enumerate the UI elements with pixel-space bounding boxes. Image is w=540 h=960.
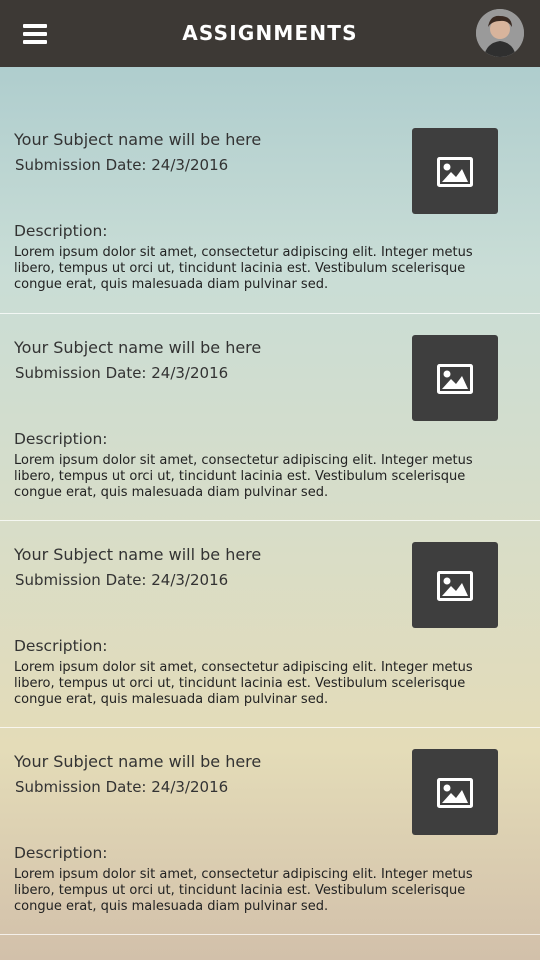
description-label: Description: (14, 637, 108, 655)
subject-name: Your Subject name will be here (14, 338, 262, 357)
description-text: Lorem ipsum dolor sit amet, consectetur … (14, 867, 473, 914)
image-placeholder-icon (437, 364, 473, 394)
description-label: Description: (14, 430, 108, 448)
description-label: Description: (14, 222, 108, 240)
subject-name: Your Subject name will be here (14, 130, 262, 149)
submission-date: Submission Date: 24/3/2016 (15, 571, 229, 589)
avatar[interactable] (476, 9, 524, 57)
image-thumbnail[interactable] (412, 335, 498, 421)
app-header: ASSIGNMENTS (0, 0, 540, 67)
subject-name: Your Subject name will be here (14, 545, 262, 564)
description-text: Lorem ipsum dolor sit amet, consectetur … (14, 245, 473, 292)
image-placeholder-icon (437, 778, 473, 808)
image-placeholder-icon (437, 571, 473, 601)
submission-date: Submission Date: 24/3/2016 (15, 364, 229, 382)
page-title: ASSIGNMENTS (182, 21, 358, 45)
submission-date: Submission Date: 24/3/2016 (15, 778, 229, 796)
assignment-card[interactable]: Your Subject name will be here Submissio… (0, 728, 540, 935)
submission-date: Submission Date: 24/3/2016 (15, 156, 229, 174)
description-label: Description: (14, 844, 108, 862)
description-text: Lorem ipsum dolor sit amet, consectetur … (14, 660, 473, 707)
assignment-card[interactable]: Your Subject name will be here Submissio… (0, 521, 540, 728)
image-placeholder-icon (437, 157, 473, 187)
assignment-card[interactable]: Your Subject name will be here Submissio… (0, 67, 540, 314)
image-thumbnail[interactable] (412, 749, 498, 835)
assignment-list: Your Subject name will be here Submissio… (0, 67, 540, 935)
subject-name: Your Subject name will be here (14, 752, 262, 771)
assignment-card[interactable]: Your Subject name will be here Submissio… (0, 314, 540, 521)
image-thumbnail[interactable] (412, 128, 498, 214)
image-thumbnail[interactable] (412, 542, 498, 628)
description-text: Lorem ipsum dolor sit amet, consectetur … (14, 453, 473, 500)
